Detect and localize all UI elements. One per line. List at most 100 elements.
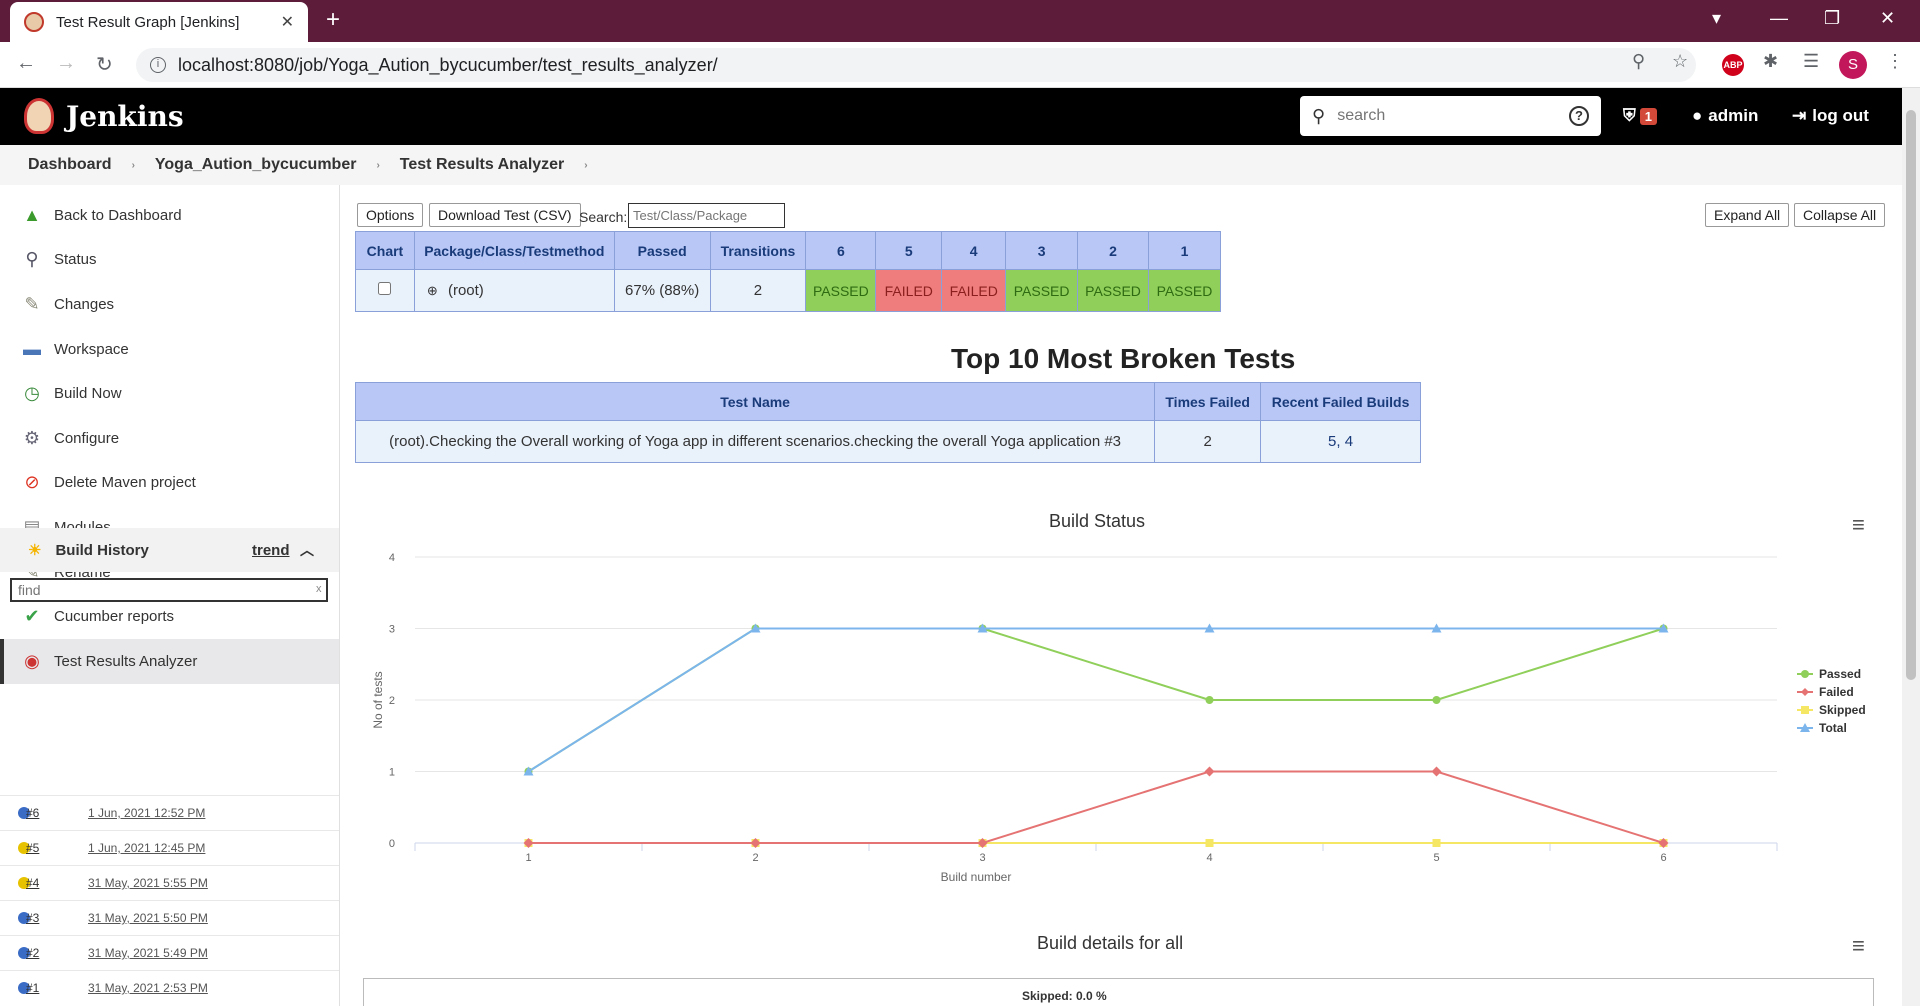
sidebar-item-test-results-analyzer[interactable]: ◉ Test Results Analyzer — [0, 638, 339, 684]
x-tick-label: 4 — [1206, 852, 1212, 864]
chart-menu-icon[interactable]: ≡ — [1852, 512, 1865, 538]
col-build-2[interactable]: 2 — [1077, 231, 1149, 270]
reload-icon[interactable]: ↻ — [96, 52, 113, 77]
chart-checkbox[interactable] — [378, 282, 392, 295]
sidebar-item-configure[interactable]: ⚙ Configure — [0, 416, 339, 461]
jenkins-logo-icon[interactable] — [24, 98, 54, 134]
data-point-skipped — [1432, 839, 1441, 847]
security-alerts[interactable]: ⛨ 1 — [1623, 106, 1657, 126]
address-bar: ← → ↻ i localhost:8080/job/Yoga_Aution_b… — [0, 42, 1920, 88]
chevron-up-icon[interactable]: ︿ — [300, 540, 314, 560]
col-build-3[interactable]: 3 — [1005, 231, 1079, 270]
shield-icon: ⛨ — [1623, 106, 1636, 125]
site-info-icon[interactable]: i — [150, 57, 166, 73]
extensions-puzzle-icon[interactable]: ✱ — [1763, 51, 1778, 72]
bookmark-star-icon[interactable]: ☆ — [1672, 51, 1688, 72]
expand-plus-icon[interactable]: ⊕ — [427, 283, 438, 298]
legend-label-skipped[interactable]: Skipped — [1819, 703, 1866, 717]
build-history-header: ☀ Build History trend ︿ — [0, 528, 339, 572]
build-number-link[interactable]: #3 — [26, 911, 39, 925]
breadcrumb-dashboard[interactable]: Dashboard — [28, 156, 112, 174]
build-date-link[interactable]: 31 May, 2021 5:50 PM — [88, 911, 208, 925]
sidebar-item-workspace[interactable]: ▬ Workspace — [0, 327, 339, 372]
clock-play-icon: ◷ — [24, 383, 40, 404]
jenkins-title[interactable]: Jenkins — [66, 100, 184, 133]
legend-label-failed[interactable]: Failed — [1819, 685, 1854, 699]
user-link[interactable]: ● admin — [1692, 106, 1758, 126]
minimize-icon[interactable]: — — [1770, 8, 1788, 29]
download-csv-button[interactable]: Download Test (CSV) — [429, 203, 581, 227]
sidebar-item-back-to-dashboard[interactable]: ▲ Back to Dashboard — [0, 193, 339, 238]
test-search-input[interactable] — [628, 203, 785, 228]
build-date-link[interactable]: 1 Jun, 2021 12:45 PM — [88, 841, 205, 855]
zoom-icon[interactable]: ⚲ — [1632, 51, 1645, 72]
breadcrumb-separator-icon: › — [584, 159, 588, 171]
build-find-input[interactable] — [10, 578, 328, 602]
col-build-4[interactable]: 4 — [941, 231, 1007, 270]
build-number-link[interactable]: #4 — [26, 876, 39, 890]
legend-label-passed[interactable]: Passed — [1819, 667, 1861, 681]
breadcrumb: Dashboard › Yoga_Aution_bycucumber › Tes… — [0, 145, 1902, 185]
help-icon[interactable]: ? — [1569, 106, 1589, 126]
legend-marker — [1801, 670, 1809, 678]
col-times-failed: Times Failed — [1154, 382, 1262, 421]
recent-failed-cell[interactable]: 5, 4 — [1260, 420, 1421, 463]
build-date-link[interactable]: 31 May, 2021 5:49 PM — [88, 946, 208, 960]
col-build-1[interactable]: 1 — [1148, 231, 1221, 270]
profile-avatar[interactable]: S — [1839, 51, 1867, 79]
url-field[interactable]: i localhost:8080/job/Yoga_Aution_bycucum… — [136, 48, 1696, 82]
adblock-icon[interactable]: ABP — [1722, 54, 1744, 76]
build-date-link[interactable]: 31 May, 2021 2:53 PM — [88, 981, 208, 995]
logout-icon: ⇥ — [1792, 106, 1807, 125]
forward-icon[interactable]: → — [56, 52, 76, 75]
col-build-6[interactable]: 6 — [805, 231, 877, 270]
build-date-link[interactable]: 1 Jun, 2021 12:52 PM — [88, 806, 205, 820]
tab-close-icon[interactable]: ✕ — [281, 12, 294, 32]
sidebar-item-build-now[interactable]: ◷ Build Now — [0, 371, 339, 416]
chrome-menu-icon[interactable]: ⋮ — [1886, 51, 1904, 72]
clear-find-icon[interactable]: x — [316, 583, 322, 595]
browser-tab[interactable]: Test Result Graph [Jenkins] ✕ — [10, 2, 308, 42]
restore-icon[interactable]: ❐ — [1824, 8, 1840, 29]
package-name[interactable]: (root) — [448, 282, 484, 299]
sidebar-item-delete-project[interactable]: ⊘ Delete Maven project — [0, 461, 339, 506]
logout-link[interactable]: ⇥ log out — [1792, 106, 1869, 126]
build-number-link[interactable]: #1 — [26, 981, 39, 995]
broken-tests-title: Top 10 Most Broken Tests — [951, 343, 1296, 374]
new-tab-icon[interactable]: + — [326, 6, 340, 34]
details-menu-icon[interactable]: ≡ — [1852, 933, 1865, 959]
expand-all-button[interactable]: Expand All — [1705, 203, 1790, 227]
results-table: Chart Package/Class/Testmethod Passed Tr… — [355, 231, 1221, 312]
legend-label-total[interactable]: Total — [1819, 721, 1847, 735]
breadcrumb-analyzer[interactable]: Test Results Analyzer — [400, 156, 565, 174]
build-number-link[interactable]: #6 — [26, 806, 39, 820]
page-scrollbar[interactable] — [1902, 88, 1920, 1006]
tab-search-icon[interactable]: ▾ — [1712, 8, 1721, 29]
build-number-link[interactable]: #2 — [26, 946, 39, 960]
up-arrow-icon: ▲ — [23, 204, 41, 225]
search-input[interactable] — [1337, 107, 1569, 125]
x-axis-title: Build number — [941, 870, 1012, 884]
sidebar-item-status[interactable]: ⚲ Status — [0, 238, 339, 283]
build-date-link[interactable]: 31 May, 2021 5:55 PM — [88, 876, 208, 890]
folder-icon: ▬ — [23, 338, 41, 359]
sidebar-item-changes[interactable]: ✎ Changes — [0, 282, 339, 327]
build-row: #5 1 Jun, 2021 12:45 PM — [0, 830, 339, 865]
status-cell: PASSED — [1148, 269, 1221, 312]
close-window-icon[interactable]: ✕ — [1880, 8, 1895, 29]
tab-title: Test Result Graph [Jenkins] — [56, 13, 240, 31]
build-number-link[interactable]: #5 — [26, 841, 39, 855]
alert-count-badge: 1 — [1639, 107, 1657, 125]
options-button[interactable]: Options — [357, 203, 424, 227]
reading-list-icon[interactable]: ☰ — [1803, 51, 1819, 72]
legend-marker — [1801, 688, 1809, 696]
col-chart: Chart — [355, 231, 415, 270]
back-icon[interactable]: ← — [16, 52, 36, 75]
breadcrumb-job[interactable]: Yoga_Aution_bycucumber — [155, 156, 357, 174]
trend-link[interactable]: trend — [252, 542, 290, 559]
col-build-5[interactable]: 5 — [875, 231, 943, 270]
scrollbar-thumb[interactable] — [1906, 110, 1916, 680]
collapse-all-button[interactable]: Collapse All — [1794, 203, 1886, 227]
chart-title: Build Status — [1049, 511, 1146, 531]
status-cell: FAILED — [941, 269, 1007, 312]
